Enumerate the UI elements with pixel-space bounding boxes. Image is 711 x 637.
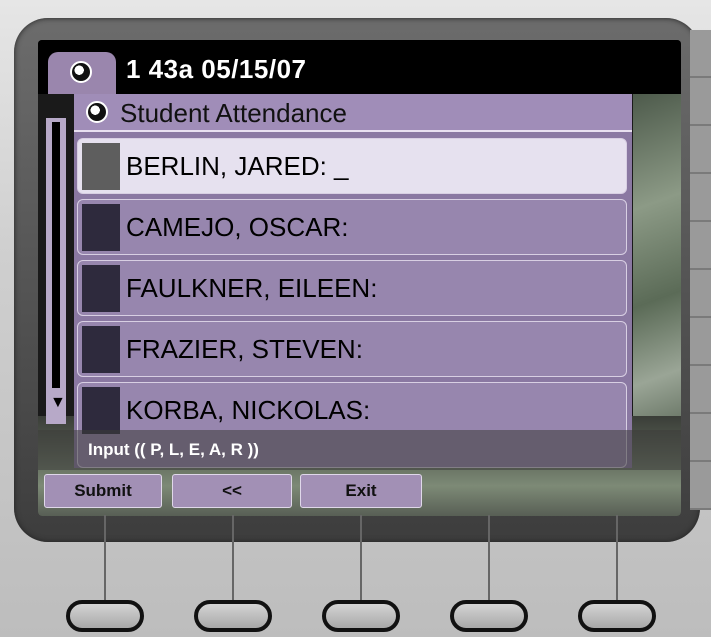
student-name: FRAZIER, STEVEN: <box>126 334 363 364</box>
arrow-down-icon[interactable]: ▼ <box>50 394 66 412</box>
key-stem <box>488 515 490 603</box>
line-tab[interactable] <box>48 52 116 94</box>
list-item[interactable]: FRAZIER, STEVEN: <box>77 321 627 377</box>
phone-screen: 1 43a 05/15/07 Student Attendance BERLIN… <box>38 40 681 516</box>
status-box <box>82 265 120 312</box>
softkey-5-button[interactable] <box>578 600 656 632</box>
list-item[interactable]: CAMEJO, OSCAR: <box>77 199 627 255</box>
status-box <box>82 387 120 434</box>
frame-edge <box>690 30 711 510</box>
service-title: Student Attendance <box>120 98 347 128</box>
key-stem <box>104 515 106 603</box>
student-name: BERLIN, JARED: _ <box>126 151 349 181</box>
globe-icon <box>70 61 92 83</box>
prompt-text: Input (( P, L, E, A, R )) <box>88 440 259 459</box>
key-stem <box>616 515 618 603</box>
softkey-2-button[interactable] <box>194 600 272 632</box>
list-item[interactable]: FAULKNER, EILEEN: <box>77 260 627 316</box>
key-stem <box>360 515 362 603</box>
list-item[interactable]: BERLIN, JARED: _ <box>77 138 627 194</box>
input-prompt: Input (( P, L, E, A, R )) <box>38 430 681 470</box>
softkey-1-button[interactable] <box>66 600 144 632</box>
softkey-4-button[interactable] <box>450 600 528 632</box>
student-name: CAMEJO, OSCAR: <box>126 212 349 242</box>
globe-icon <box>86 101 108 123</box>
scroll-thumb[interactable] <box>52 122 60 388</box>
submit-button[interactable]: Submit <box>44 474 162 508</box>
service-header: Student Attendance <box>74 94 632 132</box>
service-panel: Student Attendance BERLIN, JARED: _ CAME… <box>74 94 632 468</box>
key-stem <box>232 515 234 603</box>
status-box <box>82 326 120 373</box>
scrollbar[interactable]: ▼ <box>46 118 66 424</box>
back-button[interactable]: << <box>172 474 292 508</box>
student-name: FAULKNER, EILEEN: <box>126 273 378 303</box>
status-bar: 1 43a 05/15/07 <box>38 40 681 94</box>
wallpaper-right <box>633 93 681 467</box>
softkey-3-button[interactable] <box>322 600 400 632</box>
status-box <box>82 204 120 251</box>
status-title: 1 43a 05/15/07 <box>126 54 307 84</box>
exit-button[interactable]: Exit <box>300 474 422 508</box>
status-box <box>82 143 120 190</box>
student-name: KORBA, NICKOLAS: <box>126 395 371 425</box>
